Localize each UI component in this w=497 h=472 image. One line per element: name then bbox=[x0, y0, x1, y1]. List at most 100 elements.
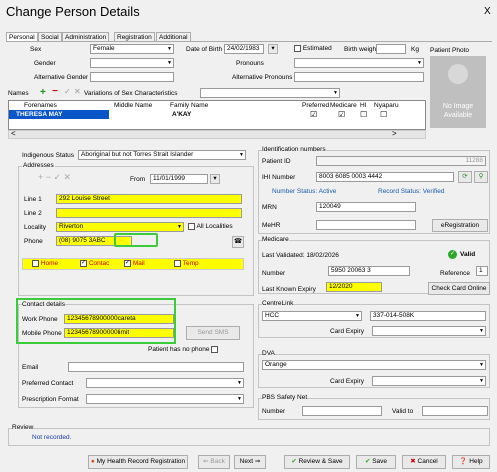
pbs-number-label: Number bbox=[262, 408, 286, 415]
all-localities-checkbox[interactable]: All Localities bbox=[188, 223, 233, 230]
mobile-phone-field[interactable]: 12345678900000limit bbox=[64, 328, 174, 338]
variations-select[interactable] bbox=[200, 88, 340, 98]
contact-details-label: Contact details bbox=[22, 301, 65, 308]
card-expiry-label: Card Expiry bbox=[330, 328, 364, 335]
alt-gender-field[interactable] bbox=[90, 72, 174, 82]
pbs-label: PBS Safety Net bbox=[262, 394, 308, 401]
card-expiry-select[interactable] bbox=[372, 326, 486, 336]
save-button[interactable]: ✔ Save bbox=[356, 455, 396, 469]
check-card-button[interactable]: Check Card Online bbox=[428, 282, 490, 295]
send-sms-button[interactable]: Send SMS bbox=[186, 326, 240, 340]
alt-pronouns-field[interactable] bbox=[294, 72, 424, 82]
mehr-field[interactable] bbox=[316, 220, 416, 230]
horizontal-scrollbar[interactable] bbox=[8, 130, 426, 139]
phone-lookup-button[interactable]: ☎ bbox=[232, 236, 244, 248]
row-medicare[interactable]: ☑ bbox=[338, 110, 345, 119]
mehr-label: MeHR bbox=[262, 222, 281, 229]
help-button[interactable]: ❓ Help bbox=[452, 455, 490, 469]
mail-checkbox[interactable]: ✓ Mail bbox=[124, 260, 145, 267]
pronouns-select[interactable] bbox=[294, 58, 424, 68]
line2-label: Line 2 bbox=[24, 210, 42, 217]
scroll-left-icon[interactable]: < bbox=[11, 129, 16, 138]
dva-select[interactable]: Orange bbox=[262, 360, 486, 370]
home-checkbox[interactable]: Home bbox=[32, 260, 58, 267]
eregistration-button[interactable]: eRegistration bbox=[432, 219, 488, 232]
dob-dropdown[interactable]: ▾ bbox=[268, 44, 278, 54]
dob-field[interactable]: 24/02/1983 bbox=[224, 44, 264, 54]
clear-icon[interactable]: ✕ bbox=[74, 87, 81, 96]
col-forenames: Forenames bbox=[24, 102, 57, 109]
person-silhouette-icon bbox=[448, 64, 468, 84]
phone-highlight bbox=[114, 233, 158, 247]
col-family: Family Name bbox=[170, 102, 209, 109]
email-label: Email bbox=[22, 364, 39, 371]
remove-icon[interactable]: − bbox=[52, 86, 58, 97]
sex-select[interactable]: Female bbox=[90, 44, 174, 54]
centrelink-number-field[interactable]: 337-014-508K bbox=[370, 311, 486, 321]
temp-label: Temp bbox=[182, 260, 199, 268]
tick-icon[interactable]: ✓ bbox=[64, 87, 71, 96]
centrelink-type-select[interactable]: HCC bbox=[262, 311, 362, 321]
mhr-registration-button[interactable]: ● My Health Record Registration bbox=[88, 455, 188, 469]
contact-label: Contac bbox=[88, 260, 110, 268]
contact-checkbox[interactable]: ✓ Contac bbox=[80, 260, 109, 267]
back-button[interactable]: ⇐ Back bbox=[198, 455, 230, 469]
presc-format-select[interactable] bbox=[86, 394, 244, 404]
line2-field[interactable] bbox=[56, 208, 242, 218]
all-localities-label: All Localities bbox=[196, 223, 233, 231]
add-icon[interactable]: + bbox=[40, 87, 46, 98]
work-phone-label: Work Phone bbox=[22, 316, 58, 323]
photo-label: Patient Photo bbox=[430, 47, 470, 54]
birth-weight-label: Birth weight bbox=[344, 46, 378, 53]
dob-label: Date of Birth bbox=[186, 46, 223, 53]
mhr-icon: ● bbox=[90, 458, 95, 465]
next-button[interactable]: Next ⇒ bbox=[234, 455, 266, 469]
review-save-label: Review & Save bbox=[298, 458, 343, 465]
mrn-field[interactable]: 120049 bbox=[316, 202, 416, 212]
presc-format-label: Prescription Format bbox=[22, 396, 79, 403]
from-dropdown[interactable]: ▾ bbox=[210, 174, 220, 184]
mhr-label: My Health Record Registration bbox=[96, 458, 186, 465]
gender-label: Gender bbox=[34, 60, 56, 67]
last-expiry-field[interactable]: 12/2020 bbox=[326, 282, 382, 292]
ihi-search-icon[interactable]: ⚲ bbox=[474, 171, 488, 183]
locality-select[interactable]: Riverton bbox=[56, 222, 184, 232]
scroll-right-icon[interactable]: > bbox=[392, 129, 397, 138]
email-field[interactable] bbox=[68, 362, 244, 372]
close-button[interactable]: X bbox=[484, 6, 491, 17]
ihi-label: IHI Number bbox=[262, 174, 296, 181]
indigenous-select[interactable]: Aboriginal but not Torres Strait Islande… bbox=[78, 150, 246, 160]
card-expiry2-select[interactable] bbox=[372, 376, 486, 386]
cancel-button[interactable]: ✖ Cancel bbox=[402, 455, 446, 469]
help-label: Help bbox=[469, 458, 483, 465]
no-phone-checkbox[interactable]: Patient has no phone bbox=[148, 346, 219, 353]
medicare-number-label: Number bbox=[262, 270, 286, 277]
review-save-icon: ✔ bbox=[291, 458, 297, 465]
line1-field[interactable]: 292 Louise Street bbox=[56, 194, 242, 204]
mail-label: Mail bbox=[132, 260, 145, 268]
ihi-refresh-icon[interactable]: ⟳ bbox=[458, 171, 472, 183]
medicare-number-field[interactable]: 5950 20063 3 bbox=[328, 266, 410, 276]
patient-id-label: Patient ID bbox=[262, 158, 291, 165]
estimated-checkbox[interactable]: Estimated bbox=[294, 45, 332, 52]
variations-label: Variations of Sex Characteristics bbox=[84, 90, 178, 97]
row-preferred[interactable]: ☑ bbox=[310, 110, 317, 119]
kg-label: Kg bbox=[411, 46, 419, 53]
ihi-field[interactable]: 8003 6085 0003 4442 bbox=[316, 172, 454, 182]
temp-checkbox[interactable]: Temp bbox=[174, 260, 199, 267]
pref-contact-label: Preferred Contact bbox=[22, 380, 74, 387]
pref-contact-select[interactable] bbox=[86, 378, 244, 388]
pbs-number-field[interactable] bbox=[302, 406, 382, 416]
reference-field[interactable]: 1 bbox=[476, 266, 488, 276]
window-title: Change Person Details bbox=[6, 4, 140, 19]
review-save-button[interactable]: ✔ Review & Save bbox=[284, 455, 350, 469]
birth-weight-field[interactable] bbox=[376, 44, 406, 54]
address-add-icon[interactable]: + − ✓ ✕ bbox=[38, 172, 71, 183]
row-hi[interactable]: ☐ bbox=[360, 110, 367, 119]
gender-select[interactable] bbox=[90, 58, 174, 68]
valid-to-field[interactable] bbox=[422, 406, 488, 416]
work-phone-field[interactable]: 12345678900000careta bbox=[64, 314, 174, 324]
from-field[interactable]: 11/01/1999 bbox=[150, 174, 208, 184]
sex-label: Sex bbox=[30, 46, 42, 53]
row-nyaparu[interactable]: ☐ bbox=[380, 110, 387, 119]
